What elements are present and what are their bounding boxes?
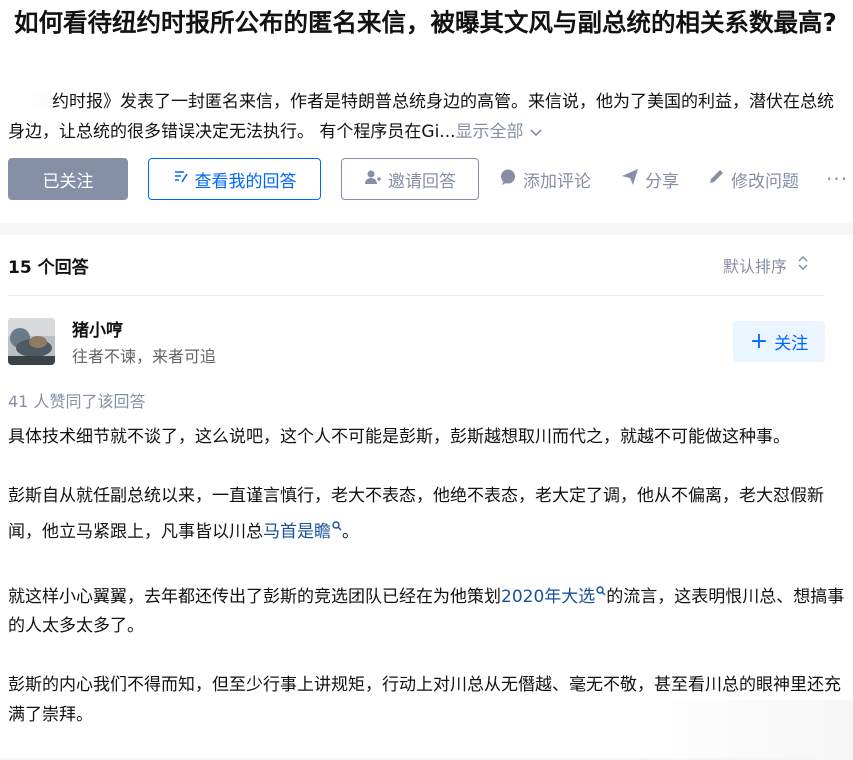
share-button[interactable]: 分享 [621, 158, 679, 200]
show-all-label: 显示全部 [455, 121, 524, 142]
followed-button[interactable]: 已关注 [8, 158, 128, 200]
invite-answer-button[interactable]: 邀请回答 [341, 158, 479, 200]
plus-icon: + [749, 328, 769, 354]
question-excerpt: 约时报》发表了一封匿名来信，作者是特朗普总统身边的高管。来信说，他为了美国的利益… [8, 88, 850, 148]
view-my-answer-label: 查看我的回答 [194, 171, 297, 192]
follow-author-button[interactable]: + 关注 [733, 321, 825, 362]
paragraph-text: 。 [342, 521, 359, 542]
question-excerpt-text: 约时报》发表了一封匿名来信，作者是特朗普总统身边的高管。来信说，他为了美国的利益… [8, 92, 834, 142]
sort-dropdown[interactable]: 默认排序 [723, 253, 809, 277]
search-link-mashoushizhan[interactable]: 马首是瞻 [263, 520, 342, 542]
search-link-label: 马首是瞻 [263, 521, 331, 542]
paragraph-text: 彭斯自从就任副总统以来，一直谨言慎行，老大不表态，他绝不表态，老大定了调，他从不… [8, 486, 824, 542]
author-name[interactable]: 猪小哼 [72, 316, 123, 341]
author-bio: 往者不谏，来者可追 [72, 347, 217, 366]
answer-paragraph: 彭斯自从就任副总统以来，一直谨言慎行，老大不表态，他绝不表态，老大定了调，他从不… [8, 482, 846, 547]
search-icon [596, 577, 606, 607]
show-all-link[interactable]: 显示全部 [456, 122, 542, 142]
bottom-fade [633, 700, 853, 758]
invite-user-icon [364, 169, 388, 190]
edit-answer-icon [173, 169, 195, 190]
view-my-answer-button[interactable]: 查看我的回答 [148, 158, 321, 200]
more-label: ··· [826, 167, 849, 191]
followed-label: 已关注 [42, 171, 94, 192]
excerpt-fade [8, 92, 52, 108]
question-card: 如何看待纽约时报所公布的匿名来信，被曝其文风与副总统的相关系数最高? 约时报》发… [0, 0, 853, 223]
edit-question-label: 修改问题 [731, 171, 799, 192]
follow-label: 关注 [774, 334, 809, 354]
edit-question-button[interactable]: 修改问题 [707, 158, 799, 200]
add-comment-label: 添加评论 [523, 171, 591, 192]
add-comment-button[interactable]: 添加评论 [499, 158, 591, 200]
vote-count: 41 人赞同了该回答 [8, 392, 146, 411]
question-title: 如何看待纽约时报所公布的匿名来信，被曝其文风与副总统的相关系数最高? [14, 8, 837, 37]
search-link-2020-election[interactable]: 2020年大选 [501, 585, 606, 607]
answer-paragraph: 具体技术细节就不谈了，这么说吧，这个人不可能是彭斯，彭斯越想取川而代之，就越不可… [8, 427, 790, 447]
paragraph-text: 就这样小心翼翼，去年都还传出了彭斯的竞选团队已经在为他策划 [8, 586, 501, 607]
answers-card: 15 个回答 默认排序 猪小哼 往者不谏，来者可追 + 关注 41 人赞同了该回… [0, 235, 853, 758]
comment-icon [499, 168, 523, 191]
divider [8, 295, 824, 296]
answer-paragraph: 就这样小心翼翼，去年都还传出了彭斯的竞选团队已经在为他策划2020年大选 的流言，… [8, 577, 846, 642]
answer-count: 15 个回答 [8, 258, 89, 278]
pencil-icon [707, 168, 731, 191]
invite-answer-label: 邀请回答 [388, 171, 456, 192]
question-actions: 已关注 查看我的回答 邀请回答 添加评论 分享 修改问题 ··· [0, 158, 853, 202]
search-link-label: 2020年大选 [501, 586, 596, 607]
share-label: 分享 [645, 171, 679, 192]
sort-label: 默认排序 [723, 257, 788, 276]
search-icon [332, 512, 342, 542]
chevron-down-icon [529, 119, 542, 149]
more-options-button[interactable]: ··· [826, 158, 848, 200]
avatar[interactable] [8, 318, 55, 365]
sort-updown-icon [787, 255, 809, 275]
share-icon [621, 168, 645, 191]
